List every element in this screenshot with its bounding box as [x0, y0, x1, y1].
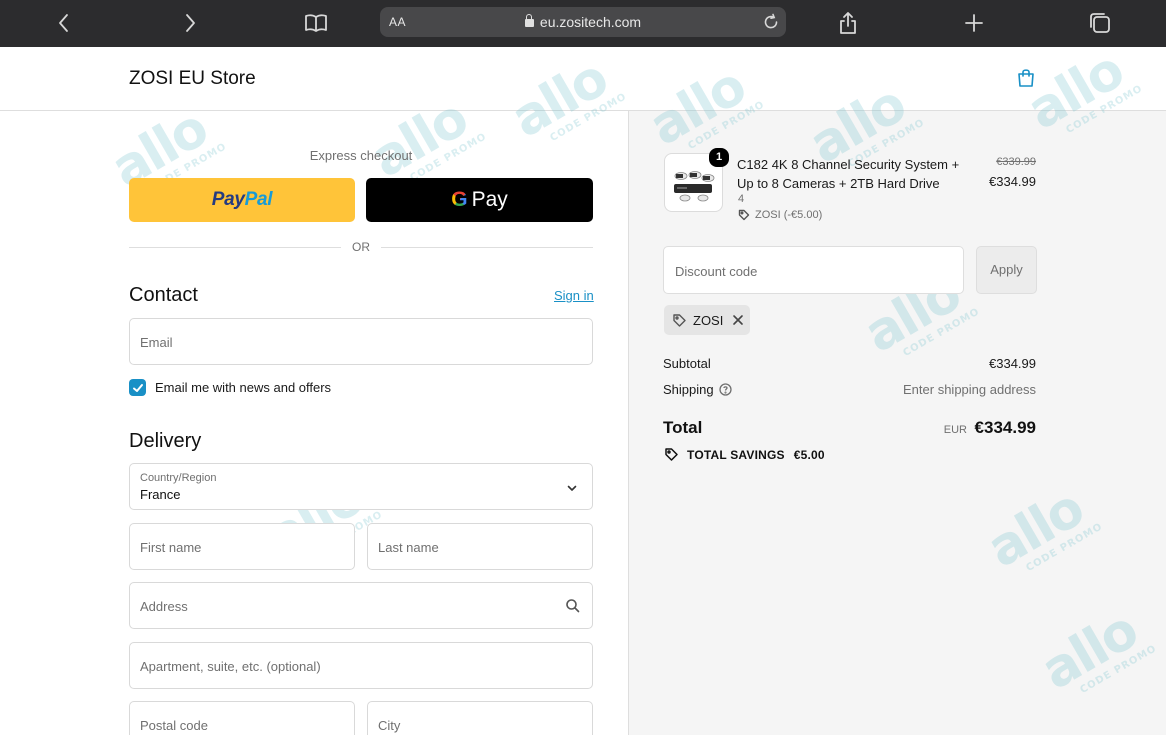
paypal-logo: PayPal	[211, 189, 273, 210]
last-name-placeholder: Last name	[378, 540, 439, 555]
share-icon[interactable]	[833, 8, 863, 38]
newsletter-checkbox[interactable]	[129, 379, 146, 396]
product-discount-label: ZOSI (-€5.00)	[755, 209, 823, 221]
tag-icon	[672, 313, 687, 328]
city-placeholder: City	[378, 718, 401, 733]
remove-discount-icon[interactable]	[732, 314, 744, 326]
paypal-button[interactable]: PayPal	[129, 178, 355, 222]
postal-code-placeholder: Postal code	[140, 718, 208, 733]
express-checkout-label: Express checkout	[309, 148, 413, 163]
product-title: C182 4K 8 Channel Security System + Up t…	[737, 157, 960, 191]
applied-discount-code: ZOSI	[693, 312, 724, 328]
total-savings-amount: €5.00	[793, 447, 825, 462]
country-value: France	[140, 487, 181, 502]
apply-button[interactable]: Apply	[976, 246, 1037, 294]
reload-icon[interactable]	[762, 13, 780, 36]
back-icon[interactable]	[49, 8, 79, 38]
url-text: eu.zositech.com	[539, 14, 642, 30]
postal-code-field[interactable]: Postal code	[129, 701, 355, 735]
country-label: Country/Region	[140, 472, 217, 484]
apartment-field[interactable]: Apartment, suite, etc. (optional)	[129, 642, 593, 689]
quantity-badge: 1	[709, 148, 729, 167]
total-label: Total	[663, 418, 703, 437]
help-circle-icon[interactable]	[718, 383, 732, 399]
or-label: OR	[341, 240, 381, 254]
city-field[interactable]: City	[367, 701, 593, 735]
subtotal-label: Subtotal	[663, 356, 711, 371]
tabs-overview-icon[interactable]	[1085, 8, 1115, 38]
subtotal-value: €334.99	[989, 356, 1036, 371]
address-placeholder: Address	[140, 599, 188, 614]
discount-code-placeholder: Discount code	[675, 264, 758, 279]
shopping-bag-icon[interactable]	[1015, 67, 1037, 89]
google-g-icon: G	[451, 188, 468, 211]
browser-toolbar: AA eu.zositech.com	[0, 0, 1166, 47]
total-savings-label: TOTAL SAVINGS	[687, 447, 785, 462]
product-variant: 4	[738, 193, 745, 205]
product-price: €334.99	[989, 174, 1036, 189]
store-header: ZOSI EU Store	[0, 47, 1166, 111]
shipping-row: Shipping	[663, 382, 732, 399]
store-name[interactable]: ZOSI EU Store	[129, 68, 256, 90]
apartment-placeholder: Apartment, suite, etc. (optional)	[140, 659, 321, 674]
chevron-down-icon	[566, 481, 578, 499]
last-name-field[interactable]: Last name	[367, 523, 593, 570]
sign-in-link[interactable]: Sign in	[554, 288, 594, 303]
search-icon	[565, 598, 580, 618]
email-field[interactable]: Email	[129, 318, 593, 365]
new-tab-icon[interactable]	[959, 8, 989, 38]
shipping-label: Shipping	[663, 382, 714, 397]
first-name-placeholder: First name	[140, 540, 202, 555]
google-pay-button[interactable]: G Pay	[366, 178, 593, 222]
discount-code-input[interactable]: Discount code	[663, 246, 964, 294]
forward-icon[interactable]	[175, 8, 205, 38]
newsletter-label: Email me with news and offers	[155, 380, 332, 395]
lock-icon	[524, 14, 534, 27]
original-price: €339.99	[996, 156, 1036, 168]
delivery-heading: Delivery	[129, 430, 202, 452]
email-placeholder: Email	[140, 335, 173, 350]
tag-icon	[664, 447, 679, 462]
applied-discount-chip: ZOSI	[664, 305, 750, 335]
country-select[interactable]: Country/Region France	[129, 463, 593, 510]
total-savings: TOTAL SAVINGS €5.00	[664, 447, 825, 462]
contact-heading: Contact	[129, 284, 198, 306]
gpay-label: Pay	[471, 188, 508, 211]
bookmarks-icon[interactable]	[301, 8, 331, 38]
address-field[interactable]: Address	[129, 582, 593, 629]
total-currency: EUR	[943, 424, 967, 436]
first-name-field[interactable]: First name	[129, 523, 355, 570]
product-discount: ZOSI (-€5.00)	[738, 209, 822, 221]
url-display: eu.zositech.com	[380, 14, 786, 30]
tag-icon	[738, 209, 750, 221]
shipping-value: Enter shipping address	[903, 382, 1036, 397]
total-amount: €334.99	[974, 418, 1036, 437]
address-bar[interactable]: AA eu.zositech.com	[380, 7, 786, 37]
